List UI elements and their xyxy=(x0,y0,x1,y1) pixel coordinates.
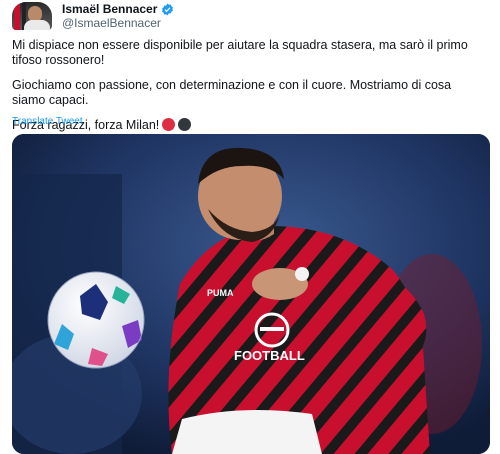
author-handle[interactable]: @IsmaelBennacer xyxy=(62,16,174,30)
author-block: Ismaël Bennacer @IsmaelBennacer xyxy=(62,2,174,30)
tweet-header: Ismaël Bennacer @IsmaelBennacer xyxy=(12,2,492,30)
avatar[interactable] xyxy=(12,2,52,30)
football-icon xyxy=(47,271,145,369)
tweet-paragraph-1: Mi dispiace non essere disponibile per a… xyxy=(12,38,468,67)
tweet-paragraph-2: Giochiamo con passione, con determinazio… xyxy=(12,78,452,107)
tweet-photo[interactable]: PUMA FOOTBALL xyxy=(12,134,490,454)
shirt-brand-text: PUMA xyxy=(207,288,234,298)
author-display-name[interactable]: Ismaël Bennacer xyxy=(62,2,157,16)
translate-tweet-link[interactable]: Translate Tweet xyxy=(12,116,83,127)
player-photo-illustration: PUMA FOOTBALL xyxy=(12,134,490,454)
red-circle-emoji-icon xyxy=(162,118,176,131)
verified-badge-icon xyxy=(161,3,174,16)
shirt-sponsor-text: FOOTBALL xyxy=(234,348,305,363)
black-circle-emoji-icon xyxy=(178,118,192,131)
tweet-text: Mi dispiace non essere disponibile per a… xyxy=(12,38,482,143)
